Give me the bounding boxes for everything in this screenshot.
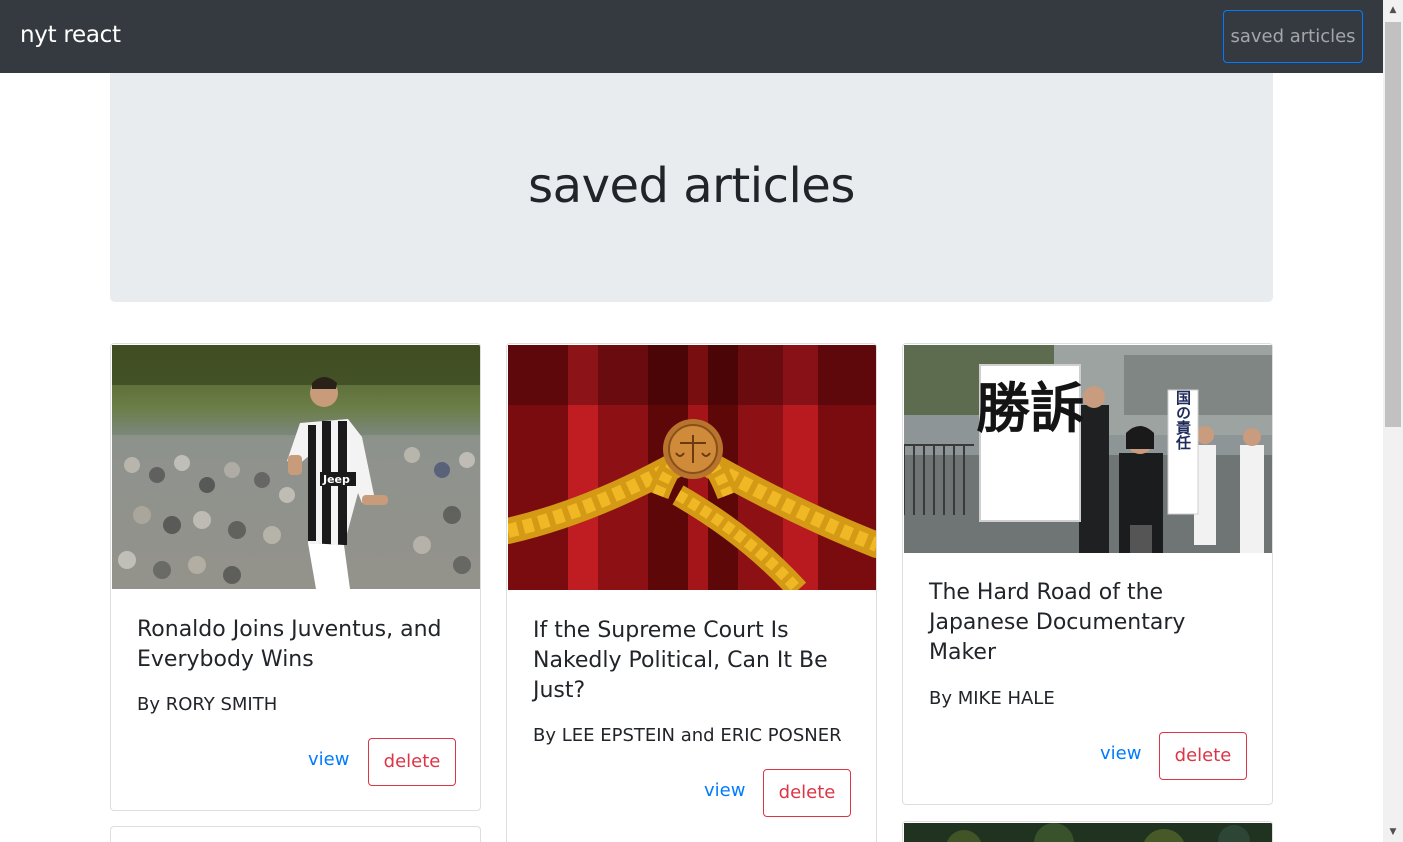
scroll-down-arrow-icon[interactable]: ▼ — [1383, 822, 1403, 842]
jumbotron: saved articles — [110, 73, 1273, 302]
article-card — [110, 826, 481, 842]
article-card: Jeep Ronaldo Joins Juventus, and Everybo… — [110, 343, 481, 811]
sign-large-text: 勝訴 — [976, 377, 1084, 440]
view-link[interactable]: view — [1100, 743, 1141, 764]
delete-button[interactable]: delete — [1159, 732, 1247, 780]
article-title: Ronaldo Joins Juventus, and Everybody Wi… — [137, 617, 442, 672]
view-link[interactable]: view — [704, 780, 745, 801]
view-link[interactable]: view — [308, 749, 349, 770]
scrollbar-thumb[interactable] — [1385, 22, 1401, 427]
navbar: nyt react saved articles — [0, 0, 1383, 73]
vertical-scrollbar[interactable]: ▲ ▼ — [1383, 0, 1403, 842]
article-card: 勝訴 国の責任 The Hard Road of the Japanese Do… — [902, 343, 1273, 805]
delete-button[interactable]: delete — [368, 738, 456, 786]
brand-link[interactable]: nyt react — [20, 22, 121, 48]
article-title: The Hard Road of the Japanese Documentar… — [929, 580, 1186, 665]
article-card — [902, 821, 1273, 842]
article-card: If the Supreme Court Is Nakedly Politica… — [506, 343, 877, 842]
sign-small-text: 国の責任 — [1174, 390, 1192, 451]
scroll-up-arrow-icon[interactable]: ▲ — [1383, 0, 1403, 20]
article-image-soccer-player: Jeep — [112, 345, 480, 589]
article-image-rope-curtain — [508, 345, 876, 590]
article-byline: By RORY SMITH — [137, 694, 278, 715]
page-title: saved articles — [528, 158, 855, 214]
article-image-protest-sign: 勝訴 国の責任 — [904, 345, 1272, 553]
article-title: If the Supreme Court Is Nakedly Politica… — [533, 618, 828, 703]
article-byline: By LEE EPSTEIN and ERIC POSNER — [533, 725, 842, 746]
article-byline: By MIKE HALE — [929, 688, 1055, 709]
article-image — [904, 823, 1272, 842]
delete-button[interactable]: delete — [763, 769, 851, 817]
svg-text:Jeep: Jeep — [322, 473, 350, 486]
saved-articles-button[interactable]: saved articles — [1223, 10, 1363, 63]
